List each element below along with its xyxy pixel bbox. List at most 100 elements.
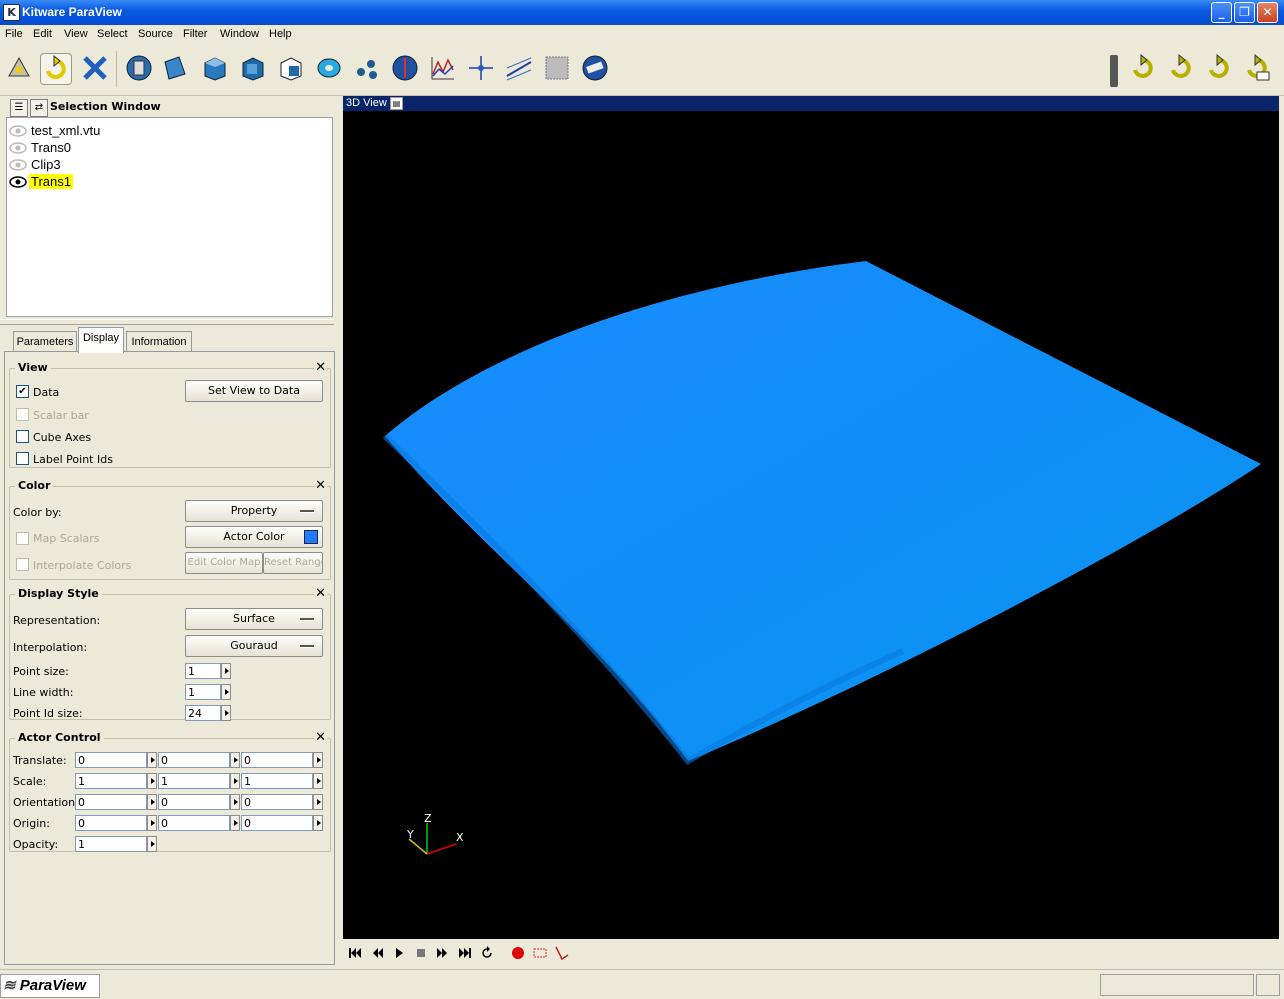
stepper-arrow-icon[interactable]	[147, 794, 157, 810]
scalar-bar-checkbox[interactable]	[16, 408, 29, 421]
stream-tracer-button[interactable]	[390, 53, 420, 83]
stepper-arrow-icon[interactable]	[313, 773, 323, 789]
contour-filter-button[interactable]	[160, 53, 190, 83]
orientation-z-input[interactable]	[241, 794, 313, 810]
label-point-ids-checkbox[interactable]	[16, 452, 29, 465]
scale-y-stepper[interactable]	[158, 773, 240, 789]
translate-y-stepper[interactable]	[158, 752, 240, 768]
list-item[interactable]: Trans0	[7, 140, 307, 157]
point-size-input[interactable]	[185, 663, 221, 679]
view-x-button[interactable]	[1166, 53, 1196, 83]
stepper-arrow-icon[interactable]	[313, 815, 323, 831]
orientation-y-input[interactable]	[158, 794, 230, 810]
origin-y-input[interactable]	[158, 815, 230, 831]
stepper-arrow-icon[interactable]	[230, 773, 240, 789]
representation-dropdown[interactable]: Surface	[185, 608, 323, 630]
menu-filter[interactable]: Filter	[183, 28, 207, 40]
last-frame-icon[interactable]	[457, 945, 473, 961]
scale-x-stepper[interactable]	[75, 773, 157, 789]
glyph-filter-button[interactable]	[352, 53, 382, 83]
stepper-arrow-icon[interactable]	[313, 794, 323, 810]
stepper-arrow-icon[interactable]	[147, 773, 157, 789]
origin-x-stepper[interactable]	[75, 815, 157, 831]
rotate-camera-button[interactable]	[40, 53, 72, 85]
close-icon[interactable]: ✕	[314, 586, 327, 601]
origin-z-input[interactable]	[241, 815, 313, 831]
stop-icon[interactable]	[413, 945, 429, 961]
translate-camera-button[interactable]	[80, 53, 110, 83]
menu-help[interactable]: Help	[269, 28, 292, 40]
stepper-arrow-icon[interactable]	[147, 815, 157, 831]
edit-color-map-button[interactable]: Edit Color Map	[185, 552, 263, 574]
origin-y-stepper[interactable]	[158, 815, 240, 831]
point-size-stepper[interactable]	[185, 663, 233, 679]
point-id-size-input[interactable]	[185, 705, 221, 721]
menu-file[interactable]: File	[5, 28, 23, 40]
point-id-size-stepper[interactable]	[185, 705, 233, 721]
probe-point-button[interactable]	[466, 53, 496, 83]
list-item[interactable]: Clip3	[7, 157, 307, 174]
list-item-selected[interactable]: Trans1	[7, 174, 307, 191]
eye-icon[interactable]	[9, 141, 27, 155]
tab-information[interactable]: Information	[126, 331, 192, 352]
view-z-button[interactable]	[1242, 53, 1272, 83]
tab-parameters[interactable]: Parameters	[13, 331, 77, 352]
slice-filter-button[interactable]	[238, 53, 268, 83]
mesh-button[interactable]	[542, 53, 572, 83]
toolbar-handle[interactable]	[1110, 55, 1118, 87]
scale-z-stepper[interactable]	[241, 773, 323, 789]
reset-view-button[interactable]	[1128, 53, 1158, 83]
next-frame-icon[interactable]	[435, 945, 451, 961]
save-animation-icon[interactable]	[554, 945, 570, 961]
tab-display[interactable]: Display	[78, 327, 124, 353]
actor-color-button[interactable]: Actor Color	[185, 526, 323, 548]
view-options-icon[interactable]: ▤	[390, 97, 403, 110]
first-frame-icon[interactable]	[347, 945, 363, 961]
reset-range-button[interactable]: Reset Range	[263, 552, 323, 574]
line-width-stepper[interactable]	[185, 684, 233, 700]
probe-line-button[interactable]	[504, 53, 534, 83]
orientation-x-stepper[interactable]	[75, 794, 157, 810]
map-scalars-checkbox[interactable]	[16, 532, 29, 545]
menu-view[interactable]: View	[64, 28, 88, 40]
ruler-button[interactable]	[580, 53, 610, 83]
maximize-button[interactable]: ❐	[1234, 2, 1255, 23]
close-icon[interactable]: ✕	[314, 478, 327, 493]
eye-icon[interactable]	[9, 175, 27, 189]
stepper-arrow-icon[interactable]	[147, 752, 157, 768]
stepper-arrow-icon[interactable]	[147, 836, 157, 852]
pick-center-button[interactable]	[4, 53, 34, 83]
scale-y-input[interactable]	[158, 773, 230, 789]
clip-filter-button[interactable]	[200, 53, 230, 83]
plot-button[interactable]	[428, 53, 458, 83]
list-view-button[interactable]: ☰	[10, 99, 28, 117]
size-grip[interactable]	[1256, 974, 1280, 996]
translate-z-input[interactable]	[241, 752, 313, 768]
extract-grid-button[interactable]	[314, 53, 344, 83]
stepper-arrow-icon[interactable]	[221, 663, 231, 679]
play-icon[interactable]	[391, 945, 407, 961]
opacity-stepper[interactable]	[75, 836, 157, 852]
data-checkbox[interactable]: ✔	[16, 385, 29, 398]
translate-z-stepper[interactable]	[241, 752, 323, 768]
list-item[interactable]: test_xml.vtu	[7, 123, 307, 140]
set-view-to-data-button[interactable]: Set View to Data	[185, 380, 323, 402]
previous-frame-icon[interactable]	[369, 945, 385, 961]
interpolation-dropdown[interactable]: Gouraud	[185, 635, 323, 657]
origin-x-input[interactable]	[75, 815, 147, 831]
record-stop-icon[interactable]	[532, 945, 548, 961]
translate-x-input[interactable]	[75, 752, 147, 768]
cube-axes-checkbox[interactable]	[16, 430, 29, 443]
stepper-arrow-icon[interactable]	[221, 684, 231, 700]
calculator-filter-button[interactable]	[124, 53, 154, 83]
stepper-arrow-icon[interactable]	[230, 752, 240, 768]
record-icon[interactable]	[510, 945, 526, 961]
menu-select[interactable]: Select	[97, 28, 128, 40]
close-button[interactable]: ✕	[1257, 2, 1278, 23]
stepper-arrow-icon[interactable]	[230, 794, 240, 810]
stepper-arrow-icon[interactable]	[230, 815, 240, 831]
minimize-button[interactable]: _	[1211, 2, 1232, 23]
color-by-dropdown[interactable]: Property	[185, 500, 323, 522]
interpolate-colors-checkbox[interactable]	[16, 558, 29, 571]
origin-z-stepper[interactable]	[241, 815, 323, 831]
